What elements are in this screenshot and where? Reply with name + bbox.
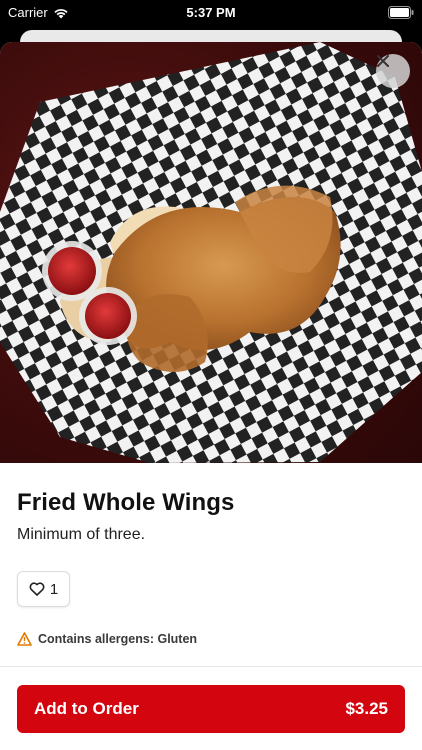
- close-button[interactable]: [376, 54, 410, 88]
- battery-icon: [388, 6, 414, 19]
- heart-icon: [29, 582, 45, 596]
- allergen-text: Contains allergens: Gluten: [38, 632, 198, 646]
- divider: [0, 666, 422, 667]
- allergen-notice: Contains allergens: Gluten: [17, 632, 197, 646]
- fried-chicken-wings-photo: [0, 42, 422, 463]
- item-description: Minimum of three.: [17, 526, 146, 543]
- item-detail-sheet: Fried Whole Wings Minimum of three. 1 Co…: [0, 42, 422, 750]
- add-to-order-label: Add to Order: [34, 699, 139, 718]
- order-price: $3.25: [345, 699, 388, 718]
- like-count: 1: [49, 580, 59, 598]
- warning-icon: [17, 632, 32, 646]
- item-title: Fried Whole Wings: [17, 489, 235, 516]
- close-icon: [377, 55, 389, 67]
- add-to-order-button[interactable]: Add to Order $3.25: [17, 685, 405, 733]
- like-button[interactable]: 1: [17, 571, 70, 607]
- status-bar: Carrier 5:37 PM: [0, 0, 422, 26]
- clock: 5:37 PM: [186, 5, 236, 20]
- item-image: [0, 42, 422, 463]
